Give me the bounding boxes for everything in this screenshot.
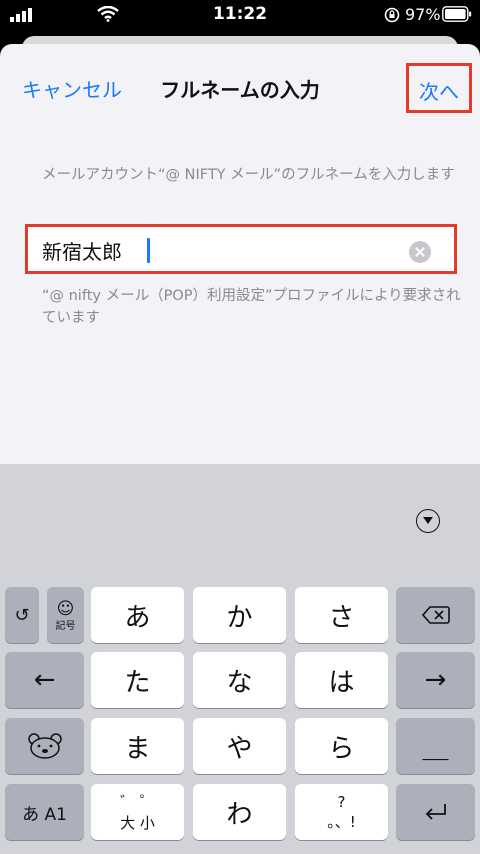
orientation-lock-icon	[384, 7, 400, 23]
left-arrow-key[interactable]: ←	[5, 652, 84, 708]
input-mode-key[interactable]: あ A1	[5, 784, 84, 840]
backspace-key[interactable]	[396, 587, 475, 643]
space-key[interactable]: ＿	[396, 718, 475, 774]
battery-icon	[442, 6, 472, 22]
kana-key-a[interactable]: あ	[91, 587, 184, 643]
fullname-field-container[interactable]	[25, 224, 457, 274]
question-label: ?	[337, 792, 346, 811]
field-description: メールアカウント“@ NIFTY メール”のフルネームを入力します	[42, 167, 455, 183]
keyboard-dismiss-icon[interactable]	[416, 509, 440, 533]
profile-note: “@ nifty メール（POP）利用設定”プロファイルにより要求されています	[42, 288, 461, 326]
emoji-icon: ☺	[56, 598, 75, 619]
return-key[interactable]	[396, 784, 475, 840]
kana-key-ta[interactable]: た	[91, 652, 184, 708]
size-toggle-label: 大 小	[120, 814, 155, 832]
status-bar: 11:22 97%	[0, 0, 480, 30]
fullname-input[interactable]	[42, 236, 402, 264]
kana-key-ma[interactable]: ま	[91, 718, 184, 774]
punctuation-key[interactable]: ? 。、!	[295, 784, 388, 840]
kana-key-na[interactable]: な	[193, 652, 286, 708]
kana-key-ka[interactable]: か	[193, 587, 286, 643]
next-button[interactable]: 次へ	[406, 63, 472, 113]
backspace-icon	[421, 606, 450, 624]
undo-key[interactable]: ↺	[5, 587, 39, 643]
kaomoji-bear-icon	[27, 733, 62, 759]
clear-text-icon[interactable]	[409, 241, 431, 263]
battery-percent: 97%	[405, 5, 441, 24]
japanese-keyboard: ↺ ☺ 記号 あ か さ ← た な は → ま や ら ＿ あ A1 ゛ ゜ …	[0, 464, 480, 854]
return-icon	[425, 804, 446, 820]
kaomoji-key[interactable]	[5, 718, 84, 774]
next-button-label: 次へ	[419, 80, 459, 104]
dakuten-label: ゛ ゜	[120, 793, 155, 811]
kana-key-ra[interactable]: ら	[295, 718, 388, 774]
kana-key-ya[interactable]: や	[193, 718, 286, 774]
emoji-key-label: 記号	[55, 620, 76, 632]
punctuation-label: 。、!	[327, 812, 356, 831]
kana-key-sa[interactable]: さ	[295, 587, 388, 643]
right-arrow-key[interactable]: →	[396, 652, 475, 708]
kana-key-ha[interactable]: は	[295, 652, 388, 708]
kana-key-wa[interactable]: わ	[193, 784, 286, 840]
fullname-sheet: キャンセル フルネームの入力 次へ メールアカウント“@ NIFTY メール”の…	[0, 44, 480, 464]
text-caret	[147, 238, 150, 263]
emoji-symbol-key[interactable]: ☺ 記号	[47, 587, 84, 643]
dakuten-small-key[interactable]: ゛ ゜ 大 小	[91, 784, 184, 840]
